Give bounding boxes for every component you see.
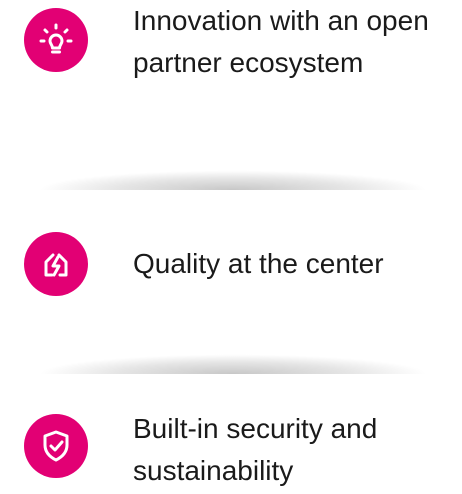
shield-check-icon [24,414,88,478]
quality-house-icon [24,232,88,296]
divider [18,164,448,190]
feature-label: Built-in security and sustainability [133,413,378,486]
lightbulb-icon [24,8,88,72]
feature-label: Innovation with an open partner ecosyste… [133,5,429,78]
feature-label: Quality at the center [133,248,384,279]
divider [18,348,448,374]
